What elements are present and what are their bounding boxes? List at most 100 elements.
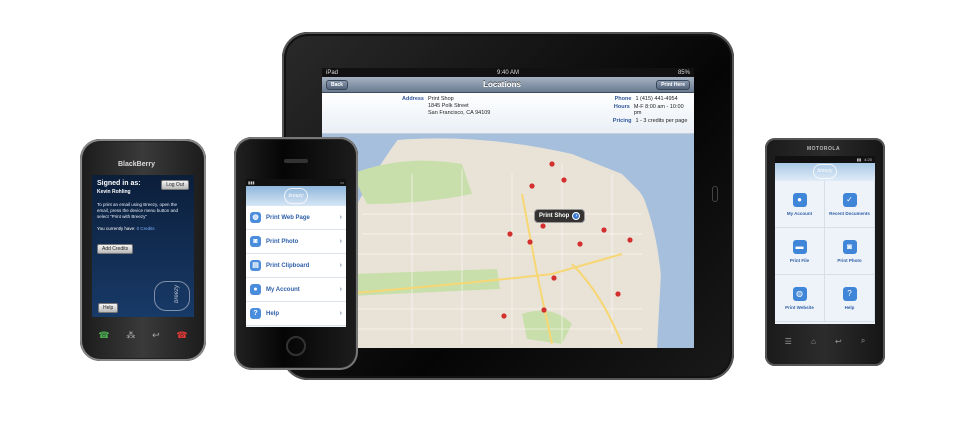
iphone-menu-list: ◍ Print Web Page › ◙ Print Photo › ▤ Pri… (246, 206, 346, 326)
map-pin[interactable] (615, 291, 621, 297)
help-button[interactable]: Help (98, 303, 119, 313)
address-row: Address Print Shop 1845 Polk Street San … (398, 96, 499, 116)
menu-item-label: Help (266, 310, 280, 317)
breezy-brand: breezy (174, 285, 180, 304)
ipad-clock: 9:40 AM (496, 69, 519, 76)
iphone-speaker (284, 159, 308, 163)
log-out-button[interactable]: Log Out (161, 180, 189, 190)
blackberry-logo: BlackBerry (118, 161, 155, 168)
map-pin[interactable] (540, 223, 546, 229)
search-key-icon[interactable]: ⌕ (861, 336, 865, 346)
motorola-logo: MOTOROLA (807, 146, 841, 152)
map-view[interactable] (322, 134, 694, 348)
signal-icon: ▮▮▮ (248, 180, 255, 185)
blackberry-screen: Signed in as: Kevin Rohling Log Out To p… (92, 175, 194, 317)
signed-in-header: Signed in as: Kevin Rohling Log Out (97, 180, 189, 195)
menu-item-print-web-page[interactable]: ◍ Print Web Page › (246, 206, 346, 230)
user-icon: ● (250, 284, 261, 295)
back-button[interactable]: Back (326, 79, 348, 90)
back-key-icon[interactable]: ↩ (152, 330, 160, 341)
map-callout-label: Print Shop (539, 213, 570, 219)
grid-item-label: Recent Documents (829, 210, 870, 216)
menu-item-label: Print Photo (266, 238, 299, 245)
menu-item-print-clipboard[interactable]: ▤ Print Clipboard › (246, 254, 346, 278)
grid-item-print-photo[interactable]: ◙ Print Photo (825, 228, 875, 275)
menu-item-print-photo[interactable]: ◙ Print Photo › (246, 230, 346, 254)
map-pin[interactable] (541, 307, 547, 313)
hours-value: M-F 8:00 am - 10:00 pm (633, 104, 684, 116)
menu-key-icon[interactable]: ⁂ (126, 330, 135, 341)
call-key-icon[interactable]: ☎ (98, 330, 109, 341)
user-icon: ● (792, 192, 807, 207)
signal-icon: ▮▮ (856, 157, 862, 162)
home-button[interactable] (712, 186, 718, 202)
signed-in-label: Signed in as: (97, 180, 141, 187)
map-pin[interactable] (507, 231, 513, 237)
chevron-right-icon: › (339, 214, 342, 221)
menu-key-icon[interactable]: ☰ (785, 337, 792, 346)
pricing-row: Pricing 1 - 3 credits per page (611, 118, 688, 124)
map-pin[interactable] (627, 237, 633, 243)
menu-item-label: Print Clipboard (266, 262, 310, 269)
chevron-right-icon: › (339, 238, 342, 245)
chevron-right-icon: › (339, 286, 342, 293)
globe-icon: ◍ (792, 286, 807, 301)
pricing-label: Pricing (612, 118, 632, 124)
credits-line: You currently have: 0 Credits (97, 226, 189, 231)
hours-row: Hours M-F 8:00 am - 10:00 pm (611, 104, 688, 116)
folder-icon: ▬ (792, 239, 807, 254)
back-key-icon[interactable]: ↩ (835, 337, 842, 346)
grid-item-print-file[interactable]: ▬ Print File (775, 228, 825, 275)
map-pin[interactable] (577, 241, 583, 247)
credits-count: 0 (136, 226, 140, 231)
print-instructions: To print an email using Breezy, open the… (97, 202, 179, 219)
android-clock: 4:20 (864, 157, 872, 162)
address-line: San Francisco, CA 94109 (428, 110, 491, 116)
phone-row: Phone 1 (415) 441-4954 (611, 96, 688, 102)
pricing-value: 1 - 3 credits per page (635, 118, 688, 124)
map-pin[interactable] (527, 239, 533, 245)
map-pin[interactable] (529, 183, 535, 189)
grid-item-print-website[interactable]: ◍ Print Website (775, 275, 825, 322)
chevron-right-icon: › (339, 310, 342, 317)
page-title: Locations (483, 80, 521, 89)
battery-icon: ▭ (340, 180, 344, 185)
end-call-key-icon[interactable]: ☎ (176, 330, 187, 341)
document-check-icon: ✓ (842, 192, 857, 207)
grid-item-label: Print File (789, 257, 810, 263)
grid-item-label: My Account (786, 210, 813, 216)
address-line: Print Shop (428, 96, 454, 102)
map-callout[interactable]: Print Shop › (534, 209, 586, 223)
blackberry-keys: ☎ ⁂ ↩ ☎ (90, 323, 196, 347)
android-screen: ▮▮ 4:20 breezy ● My Account ✓ Recent Doc… (775, 156, 875, 324)
map-pin[interactable] (501, 313, 507, 319)
ipad-device-label: iPad (326, 69, 339, 76)
home-key-icon[interactable]: ⌂ (811, 337, 816, 346)
ipad-status-bar: iPad 9:40 AM 85% (322, 68, 694, 77)
map-pin[interactable] (561, 177, 567, 183)
map-pin[interactable] (549, 161, 555, 167)
ipad-screen: iPad 9:40 AM 85% Back Locations Print He… (322, 68, 694, 348)
camera-icon: ◙ (842, 239, 857, 254)
clipboard-icon: ▤ (250, 260, 261, 271)
add-credits-button[interactable]: Add Credits (97, 244, 134, 254)
breezy-cloud-icon (154, 281, 190, 311)
iphone-header: breezy (246, 186, 346, 206)
grid-item-label: Print Photo (837, 257, 862, 263)
disclosure-arrow-icon[interactable]: › (572, 212, 581, 220)
location-info-panel: Address Print Shop 1845 Polk Street San … (322, 93, 694, 134)
print-here-button[interactable]: Print Here (656, 79, 690, 90)
map-pin[interactable] (601, 227, 607, 233)
grid-item-my-account[interactable]: ● My Account (775, 181, 825, 228)
menu-item-help[interactable]: ? Help › (246, 302, 346, 326)
address-label: Address (401, 96, 424, 102)
home-button[interactable] (286, 336, 306, 356)
address-value: Print Shop 1845 Polk Street San Francisc… (428, 96, 490, 116)
menu-item-label: My Account (266, 286, 300, 293)
grid-item-help[interactable]: ? Help (825, 275, 875, 322)
phone-value[interactable]: 1 (415) 441-4954 (635, 96, 677, 102)
grid-item-recent-documents[interactable]: ✓ Recent Documents (825, 181, 875, 228)
map-pin[interactable] (551, 275, 557, 281)
menu-item-my-account[interactable]: ● My Account › (246, 278, 346, 302)
android-device: MOTOROLA ▮▮ 4:20 breezy ● My Account ✓ R… (765, 138, 885, 366)
